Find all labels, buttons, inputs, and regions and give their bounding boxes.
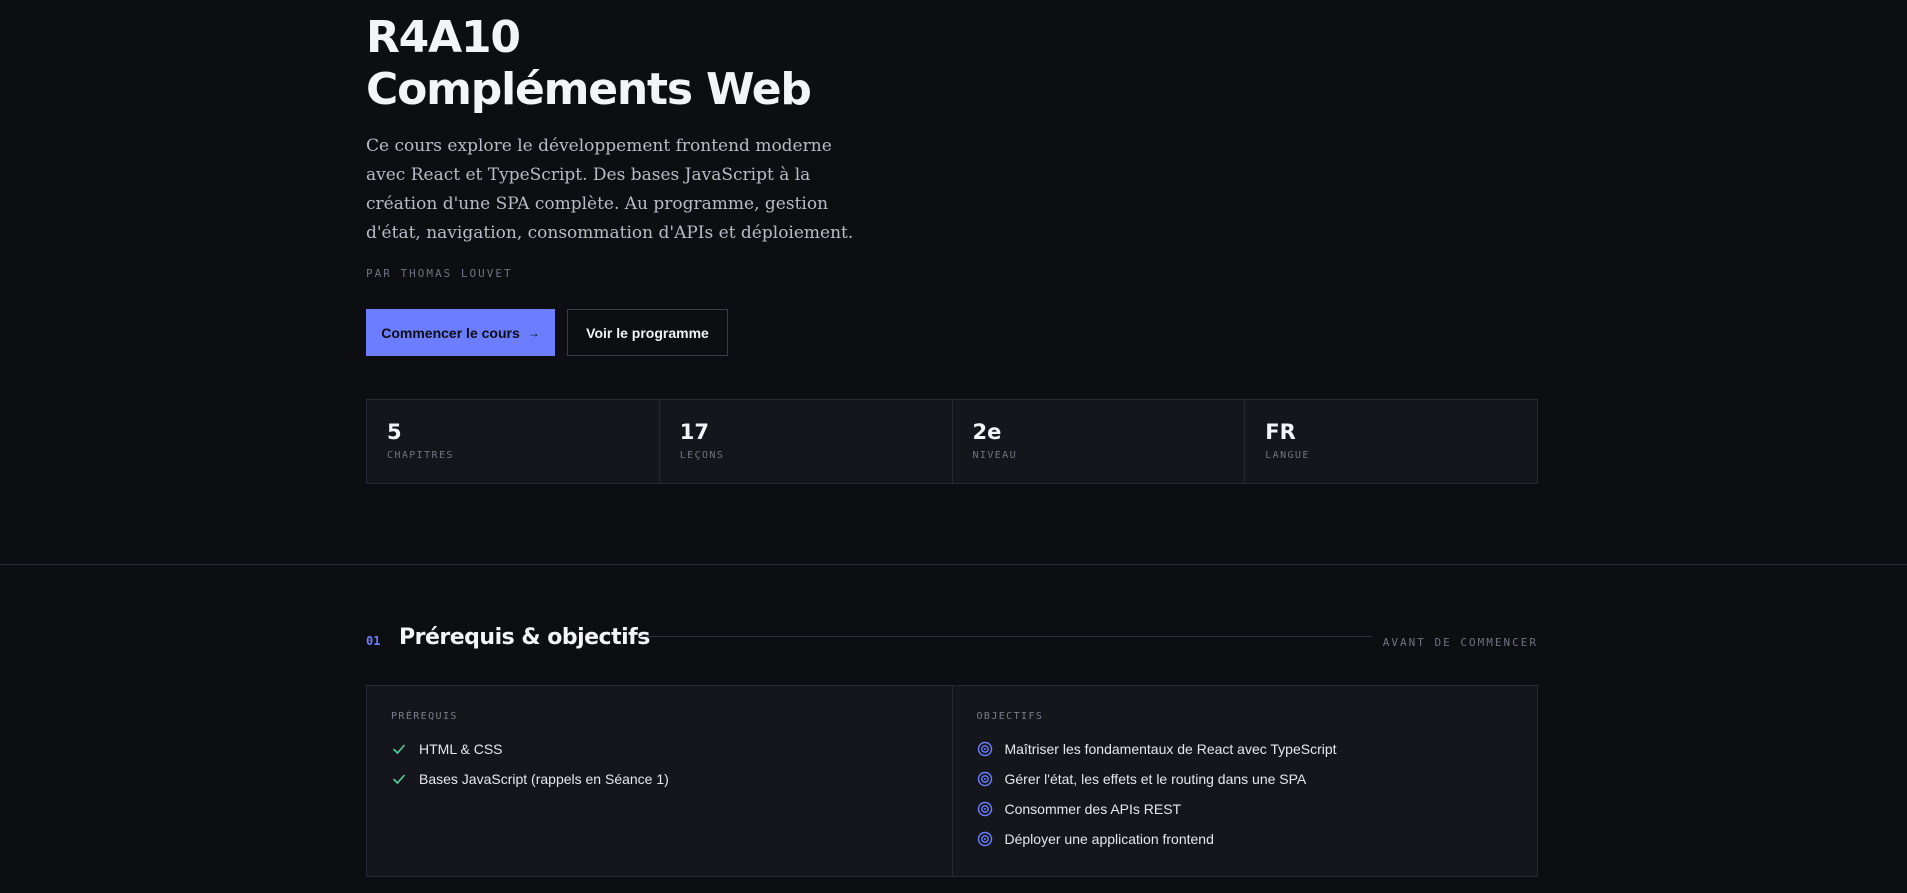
arrow-right-icon: → bbox=[527, 325, 540, 340]
stat-level: 2e NIVEAU bbox=[953, 400, 1246, 483]
stat-lessons: 17 LEÇONS bbox=[660, 400, 953, 483]
section-rule bbox=[640, 636, 1372, 637]
section-divider bbox=[0, 564, 1907, 565]
stat-value: FR bbox=[1265, 420, 1296, 444]
course-title: R4A10 Compléments Web bbox=[366, 12, 812, 116]
stat-value: 5 bbox=[387, 420, 402, 444]
list-item: Consommer des APIs REST bbox=[977, 794, 1538, 824]
target-icon bbox=[977, 741, 993, 757]
stat-language: FR LANGUE bbox=[1245, 400, 1537, 483]
prerequisites-title: PRÉREQUIS bbox=[391, 711, 458, 722]
target-icon bbox=[977, 831, 993, 847]
stat-value: 2e bbox=[972, 420, 1002, 444]
objective-text: Gérer l'état, les effets et le routing d… bbox=[1004, 771, 1307, 787]
stat-label: LEÇONS bbox=[679, 450, 725, 461]
target-icon bbox=[977, 771, 993, 787]
section-header: 01 Prérequis & objectifs AVANT DE COMMEN… bbox=[366, 624, 1538, 654]
list-item: HTML & CSS bbox=[391, 734, 952, 764]
course-stats: 5 CHAPITRES 17 LEÇONS 2e NIVEAU FR LANGU… bbox=[366, 399, 1538, 484]
section-tag: AVANT DE COMMENCER bbox=[1382, 636, 1538, 649]
objective-text: Maîtriser les fondamentaux de React avec… bbox=[1004, 741, 1337, 757]
stat-value: 17 bbox=[679, 420, 709, 444]
view-program-label: Voir le programme bbox=[586, 324, 709, 341]
start-course-button[interactable]: Commencer le cours → bbox=[366, 309, 555, 356]
objective-text: Consommer des APIs REST bbox=[1004, 801, 1182, 817]
objective-text: Déployer une application frontend bbox=[1004, 831, 1214, 847]
prerequisites-panel: PRÉREQUIS HTML & CSS Bases JavaScript (r… bbox=[367, 686, 952, 876]
course-name: Compléments Web bbox=[366, 64, 812, 115]
course-code: R4A10 bbox=[366, 12, 521, 63]
check-icon bbox=[391, 771, 407, 787]
target-icon bbox=[977, 801, 993, 817]
section-title: Prérequis & objectifs bbox=[399, 625, 650, 650]
list-item: Bases JavaScript (rappels en Séance 1) bbox=[391, 764, 952, 794]
check-icon bbox=[391, 741, 407, 757]
course-description: Ce cours explore le développement fronte… bbox=[366, 136, 854, 243]
section-number: 01 bbox=[366, 634, 381, 648]
stat-label: NIVEAU bbox=[972, 450, 1018, 461]
stat-chapters: 5 CHAPITRES bbox=[367, 400, 660, 483]
stat-label: LANGUE bbox=[1265, 450, 1310, 461]
view-program-button[interactable]: Voir le programme bbox=[567, 309, 728, 356]
list-item: Déployer une application frontend bbox=[977, 824, 1538, 854]
prerequisite-text: HTML & CSS bbox=[419, 741, 503, 757]
course-author: PAR THOMAS LOUVET bbox=[366, 267, 513, 280]
objectives-title: OBJECTIFS bbox=[976, 711, 1044, 722]
list-item: Gérer l'état, les effets et le routing d… bbox=[977, 764, 1538, 794]
list-item: Maîtriser les fondamentaux de React avec… bbox=[977, 734, 1538, 764]
objectives-panel: OBJECTIFS Maîtriser les fondamentaux de … bbox=[951, 686, 1538, 876]
prerequisite-text: Bases JavaScript (rappels en Séance 1) bbox=[419, 771, 669, 787]
stat-label: CHAPITRES bbox=[387, 450, 454, 461]
course-page: R4A10 Compléments Web Ce cours explore l… bbox=[0, 0, 1907, 893]
prereq-objectives-card: PRÉREQUIS HTML & CSS Bases JavaScript (r… bbox=[366, 685, 1538, 877]
start-course-label: Commencer le cours bbox=[381, 324, 520, 341]
